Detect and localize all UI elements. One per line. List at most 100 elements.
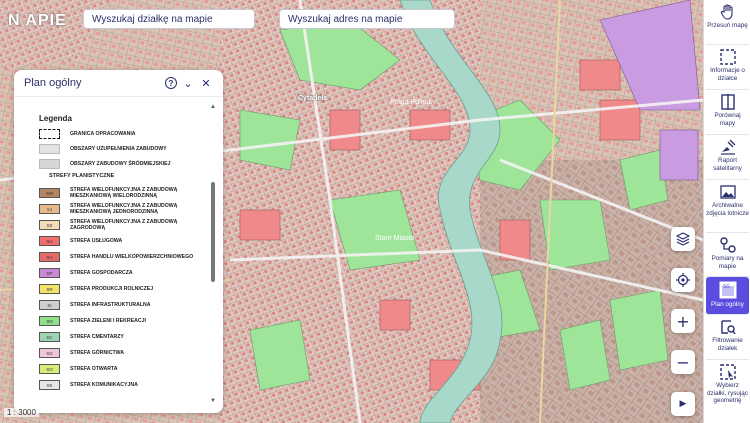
layers-button[interactable] [671,227,695,251]
legend-label: GRANICA OPRACOWANIA [70,131,136,137]
map-label-cytadela: Cytadela [298,95,327,102]
plus-icon: + [676,311,690,331]
legend-scrollbar[interactable]: ▲ ▼ [210,104,216,404]
legend-label: STREFA INFRASTRUKTURALNA [70,302,151,308]
collapse-chevron-icon[interactable]: ⌄ [181,76,195,90]
legend-label: OBSZARY ZABUDOWY ŚRÓDMIEJSKIEJ [70,161,171,167]
legend-swatch: SW [39,188,60,198]
filter-icon [720,320,736,335]
tool-label: Porównaj mapy [714,112,741,127]
search-plot-input[interactable]: Wyszukaj działkę na mapie [83,9,255,29]
tool-archive-photos[interactable]: Archiwalne zdjęcia lotnicze [706,180,749,233]
tool-filter[interactable]: Filtrowanie działek [706,315,749,360]
legend-swatch [39,129,60,139]
legend-label: STREFA WIELOFUNKCYJNA Z ZABUDOWĄ ZAGRODO… [70,219,178,231]
target-icon [676,273,690,287]
legend-item: SW STREFA WIELOFUNKCYJNA Z ZABUDOWĄ MIES… [39,187,205,199]
legend-item: SP STREFA GOSPODARCZA [39,268,205,278]
legend-item: SG STREFA GÓRNICTWA [39,348,205,358]
tool-compare[interactable]: Porównaj mapy [706,90,749,135]
compare-icon [720,94,735,110]
expand-button[interactable]: ▶ [671,392,695,416]
tool-label: Informacje o działce [710,67,745,82]
legend-item: OBSZARY ZABUDOWY ŚRÓDMIEJSKIEJ [39,159,205,169]
legend-item: SO STREFA OTWARTA [39,364,205,374]
tool-label: Archiwalne zdjęcia lotnicze [706,202,749,217]
legend-item: SR STREFA PRODUKCJI ROLNICZEJ [39,284,205,294]
tool-measure[interactable]: Pomiary na mapie [706,233,749,277]
tool-label: Wybierz działki, rysując geometrię [707,382,748,404]
map-label-praga: Praga Północ [390,99,433,106]
legend-label: STREFA CMENTARZY [70,334,124,340]
close-icon[interactable]: ✕ [199,76,213,90]
legend-swatch: SI [39,300,60,310]
legend-swatch: SZ [39,220,60,230]
legend-swatch [39,144,60,154]
zoom-in-button[interactable]: + [671,309,695,333]
measure-icon [719,237,736,253]
map-scale: 1 : 3000 [4,408,39,417]
tool-satellite[interactable]: Raport satelitarny [706,135,749,180]
legend-swatch: SN [39,316,60,326]
plan-badge: SG [723,284,730,290]
legend-label: STREFA GÓRNICTWA [70,350,124,356]
legend-swatch: SP [39,268,60,278]
legend-swatch: SJ [39,204,60,214]
draw-select-icon [719,364,736,380]
plan-icon: SG [719,281,736,299]
tool-label: Plan ogólny [711,301,744,308]
plot-info-icon [719,49,736,65]
legend-swatch [39,159,60,169]
legend-label: STREFA GOSPODARCZA [70,270,133,276]
legend-swatch: SH [39,252,60,262]
legend-section-title: STREFY PLANISTYCZNE [49,173,115,179]
layers-icon [676,232,690,246]
legend-label: STREFA PRODUKCJI ROLNICZEJ [70,286,154,292]
legend-item: SC STREFA CMENTARZY [39,332,205,342]
help-icon[interactable]: ? [165,77,177,89]
hand-icon [720,4,733,20]
legend-title: Legenda [39,114,72,123]
tool-plan-general[interactable]: SG Plan ogólny [706,277,749,315]
app-logo[interactable]: N APIE [8,12,67,30]
image-icon [719,185,736,199]
legend-item: SI STREFA INFRASTRUKTURALNA [39,300,205,310]
legend-item: SK STREFA KOMUNIKACYJNA [39,380,205,390]
tool-draw-select[interactable]: Wybierz działki, rysując geometrię [706,360,749,420]
legend-label: STREFA WIELOFUNKCYJNA Z ZABUDOWĄ MIESZKA… [70,187,178,199]
minus-icon: − [676,352,690,372]
legend-label: STREFA HANDLU WIELKOPOWIERZCHNIOWEGO [70,254,194,260]
panel-header: Plan ogólny ? ⌄ ✕ [14,70,223,97]
legend-item: SN STREFA ZIELENI I REKREACJI [39,316,205,326]
satellite-icon [720,139,735,155]
legend-label: STREFA KOMUNIKACYJNA [70,382,138,388]
legend-label: STREFA USŁUGOWA [70,238,123,244]
tool-pan[interactable]: Przesuń mapę [706,0,749,45]
scroll-thumb[interactable] [211,182,215,282]
legend-item: SU STREFA USŁUGOWA [39,236,205,246]
legend-swatch: SO [39,364,60,374]
panel-title: Plan ogólny [24,77,82,89]
legend-item: GRANICA OPRACOWANIA [39,129,205,139]
zoom-out-button[interactable]: − [671,350,695,374]
legend-item: SZ STREFA WIELOFUNKCYJNA Z ZABUDOWĄ ZAGR… [39,219,205,231]
tool-label: Pomiary na mapie [711,255,744,270]
legend-swatch: SK [39,380,60,390]
scroll-down-icon[interactable]: ▼ [210,398,216,404]
scroll-up-icon[interactable]: ▲ [210,104,216,110]
tool-label: Raport satelitarny [713,157,742,172]
locate-button[interactable] [671,268,695,292]
legend-label: STREFA OTWARTA [70,366,118,372]
legend-item: SJ STREFA WIELOFUNKCYJNA Z ZABUDOWĄ MIES… [39,203,205,215]
legend-swatch: SR [39,284,60,294]
plan-panel: Plan ogólny ? ⌄ ✕ Legenda GRANICA OPRACO… [14,70,223,413]
map-label-stare-miasto: Stare Miasto [375,235,414,242]
legend-swatch: SU [39,236,60,246]
tool-plot-info[interactable]: Informacje o działce [706,45,749,90]
legend-swatch: SC [39,332,60,342]
search-address-input[interactable]: Wyszukaj adres na mapie [279,9,455,29]
legend-swatch: SG [39,348,60,358]
legend-label: STREFA ZIELENI I REKREACJI [70,318,146,324]
tool-sidebar: Przesuń mapę Informacje o działce Porówn… [703,0,750,423]
legend-label: OBSZARY UZUPEŁNIENIA ZABUDOWY [70,146,167,152]
